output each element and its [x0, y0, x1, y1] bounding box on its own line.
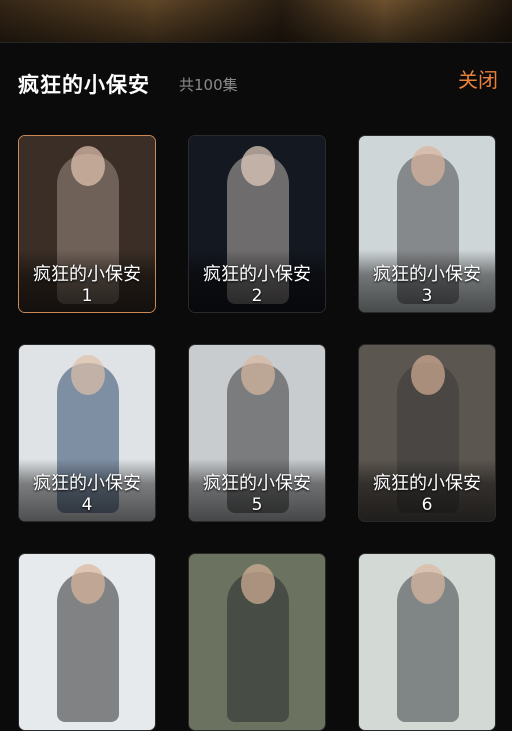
- episode-number: 1: [81, 286, 93, 306]
- thumbnail-figure-head: [411, 355, 445, 395]
- thumbnail-figure-head: [411, 564, 445, 604]
- episode-title: 疯狂的小保安: [33, 473, 141, 494]
- episode-thumbnail: [189, 554, 325, 730]
- episode-card[interactable]: 疯狂的小保安 4: [18, 344, 156, 522]
- thumbnail-figure-head: [71, 355, 105, 395]
- drama-title: 疯狂的小保安: [18, 73, 150, 97]
- thumbnail-figure-head: [241, 146, 275, 186]
- episode-card[interactable]: [18, 553, 156, 731]
- episode-thumbnail: [359, 554, 495, 730]
- episode-title: 疯狂的小保安: [373, 473, 481, 494]
- thumbnail-figure-head: [411, 146, 445, 186]
- episode-card[interactable]: 疯狂的小保安 1: [18, 135, 156, 313]
- close-button[interactable]: 关闭: [458, 64, 498, 93]
- thumbnail-figure-head: [241, 355, 275, 395]
- episode-title: 疯狂的小保安: [203, 264, 311, 285]
- thumbnail-figure-head: [71, 564, 105, 604]
- episode-card[interactable]: 疯狂的小保安 5: [188, 344, 326, 522]
- video-background-shade: [0, 0, 512, 42]
- episode-card[interactable]: 疯狂的小保安 6: [358, 344, 496, 522]
- episode-thumbnail: [19, 554, 155, 730]
- video-background-strip: [0, 0, 512, 42]
- episode-title: 疯狂的小保安: [373, 264, 481, 285]
- episode-title: 疯狂的小保安: [33, 264, 141, 285]
- episode-count: 共100集: [179, 76, 238, 94]
- episode-number: 2: [251, 286, 263, 306]
- episode-number: 4: [81, 495, 93, 515]
- thumbnail-figure-head: [241, 564, 275, 604]
- sheet-header: 疯狂的小保安 共100集 关闭: [0, 43, 512, 123]
- episode-card[interactable]: [188, 553, 326, 731]
- episode-title: 疯狂的小保安: [203, 473, 311, 494]
- thumbnail-figure-head: [71, 146, 105, 186]
- episode-number: 3: [421, 286, 433, 306]
- episode-card[interactable]: [358, 553, 496, 731]
- episode-number: 6: [421, 495, 433, 515]
- episode-selector-sheet: 疯狂的小保安 共100集 关闭 疯狂的小保安 1 疯狂的小保安 2 疯狂的小保安 3 疯狂的…: [0, 42, 512, 731]
- episode-card[interactable]: 疯狂的小保安 2: [188, 135, 326, 313]
- episode-card[interactable]: 疯狂的小保安 3: [358, 135, 496, 313]
- episode-number: 5: [251, 495, 263, 515]
